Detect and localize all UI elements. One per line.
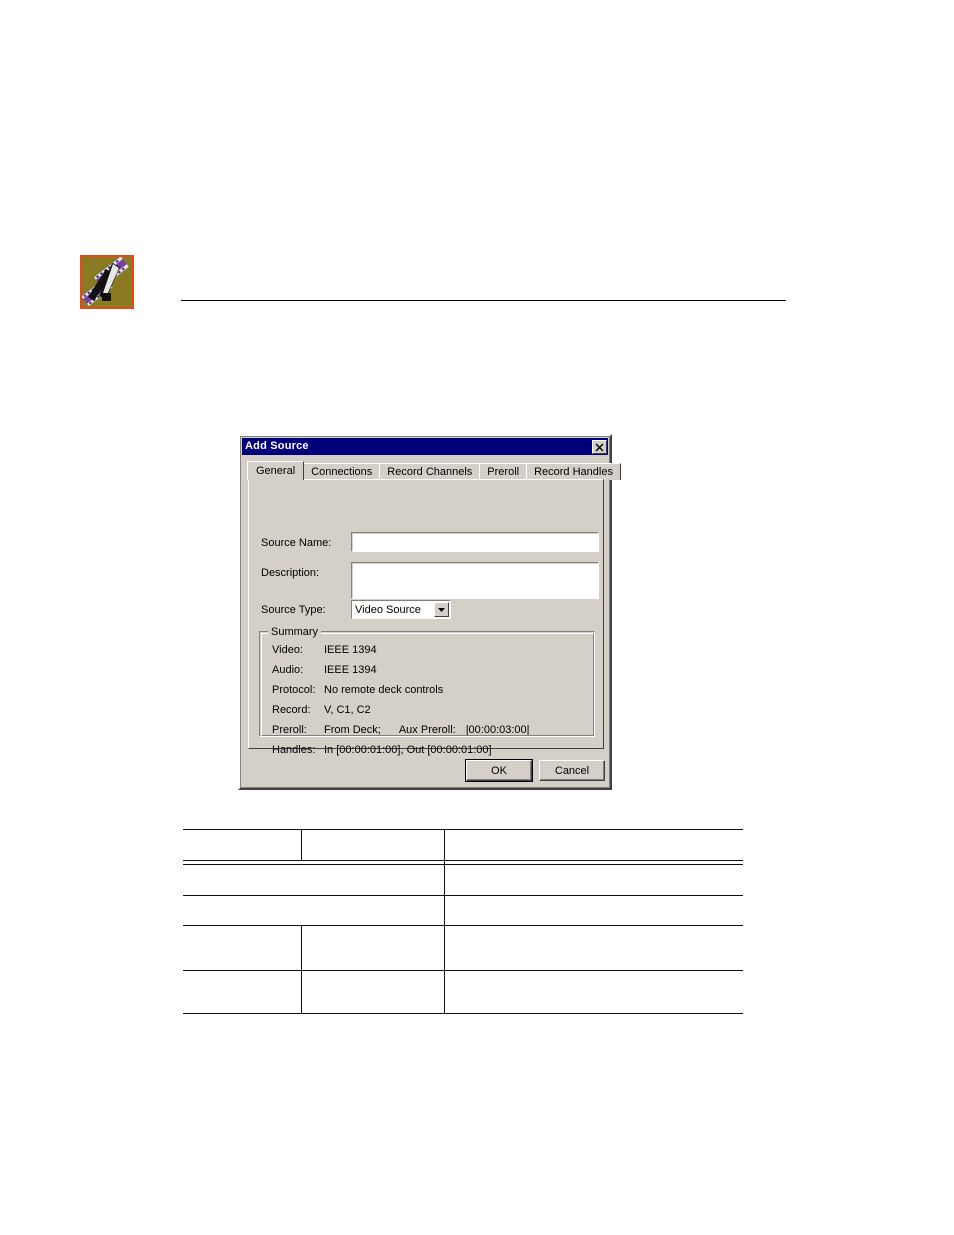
summary-group-label: Summary	[268, 626, 322, 638]
summary-rows: Video: IEEE 1394 Audio: IEEE 1394 Protoc…	[272, 640, 590, 760]
tab-connections-label: Connections	[311, 466, 373, 478]
avid-editing-icon-art	[82, 257, 132, 307]
description-label-text: Description:	[261, 567, 320, 579]
summary-group-box: Summary Video: IEEE 1394 Audio: IEEE 139…	[259, 626, 595, 756]
summary-aux-preroll-value: |00:00:03:00|	[465, 724, 530, 736]
document-table	[183, 829, 743, 1014]
summary-preroll-key: Preroll:	[272, 724, 307, 736]
tab-general[interactable]: General	[247, 461, 305, 480]
summary-preroll-value: From Deck; Aux Preroll: |00:00:03:00|	[324, 724, 590, 736]
source-type-dropdown[interactable]: Video Source	[351, 600, 451, 619]
avid-editing-icon	[80, 255, 134, 309]
description-label: Description:	[261, 567, 319, 579]
table-divider-col1-row4	[301, 925, 302, 1013]
close-button[interactable]	[592, 439, 607, 454]
table-rule-row4	[183, 970, 743, 971]
table-rule-header-b	[183, 864, 743, 865]
general-tab-panel: Source Name: Description: Source Type: V…	[248, 479, 604, 756]
tab-connections[interactable]: Connections	[303, 463, 381, 480]
description-input[interactable]	[351, 562, 599, 599]
tab-preroll[interactable]: Preroll	[479, 463, 528, 480]
tab-general-label: General	[256, 465, 296, 477]
source-name-input[interactable]	[351, 532, 599, 552]
summary-video-value: IEEE 1394	[324, 644, 377, 656]
cancel-button[interactable]: Cancel	[539, 760, 605, 781]
summary-record-key: Record:	[272, 704, 311, 716]
summary-preroll-source: From Deck;	[324, 724, 381, 736]
tab-record-handles-label: Record Handles	[534, 466, 613, 478]
dialog-title: Add Source	[245, 440, 309, 452]
close-icon	[595, 443, 604, 451]
summary-handles-key: Handles:	[272, 744, 316, 756]
summary-record-value: V, C1, C2	[324, 704, 371, 716]
summary-protocol-key: Protocol:	[272, 684, 316, 696]
dialog-tabstrip: General Connections Record Channels Prer…	[247, 461, 621, 480]
table-rule-bottom	[183, 1013, 743, 1014]
summary-audio-value: IEEE 1394	[324, 664, 377, 676]
tab-preroll-label: Preroll	[487, 466, 520, 478]
header-rule	[181, 300, 786, 301]
summary-handles-value: In [00:00:01:00], Out [00:00:01:00]	[324, 744, 492, 756]
table-rule-row2	[183, 895, 743, 896]
ok-button[interactable]: OK	[465, 759, 533, 782]
tab-record-channels-label: Record Channels	[387, 466, 473, 478]
dialog-titlebar[interactable]: Add Source	[242, 438, 608, 455]
summary-aux-preroll-key: Aux Preroll:	[398, 724, 456, 736]
summary-row-record: Record: V, C1, C2	[272, 700, 590, 720]
table-rule-row3	[183, 925, 743, 926]
source-type-label: Source Type:	[261, 604, 326, 616]
table-rule-top	[183, 829, 743, 830]
chevron-down-icon	[438, 607, 445, 612]
table-divider-col1-row1	[301, 829, 302, 860]
source-type-label-text: Source Type:	[261, 604, 326, 616]
summary-row-audio: Audio: IEEE 1394	[272, 660, 590, 680]
summary-protocol-value: No remote deck controls	[324, 684, 444, 696]
source-type-dropdown-button[interactable]	[434, 602, 449, 617]
summary-video-key: Video:	[272, 644, 303, 656]
summary-row-protocol: Protocol: No remote deck controls	[272, 680, 590, 700]
source-type-value: Video Source	[355, 603, 421, 616]
tab-record-handles[interactable]: Record Handles	[526, 463, 621, 480]
table-divider-col2	[444, 829, 445, 1013]
summary-row-video: Video: IEEE 1394	[272, 640, 590, 660]
summary-row-preroll: Preroll: From Deck; Aux Preroll: |00:00:03…	[272, 720, 590, 740]
add-source-dialog: Add Source General Connections Record Ch…	[238, 434, 621, 790]
source-name-label: Source Name:	[261, 537, 331, 549]
table-rule-header-a	[183, 860, 743, 861]
tab-record-channels[interactable]: Record Channels	[379, 463, 481, 480]
summary-audio-key: Audio:	[272, 664, 304, 676]
summary-row-handles: Handles: In [00:00:01:00], Out [00:00:01…	[272, 740, 590, 760]
source-name-label-text: Source Name:	[261, 537, 332, 549]
